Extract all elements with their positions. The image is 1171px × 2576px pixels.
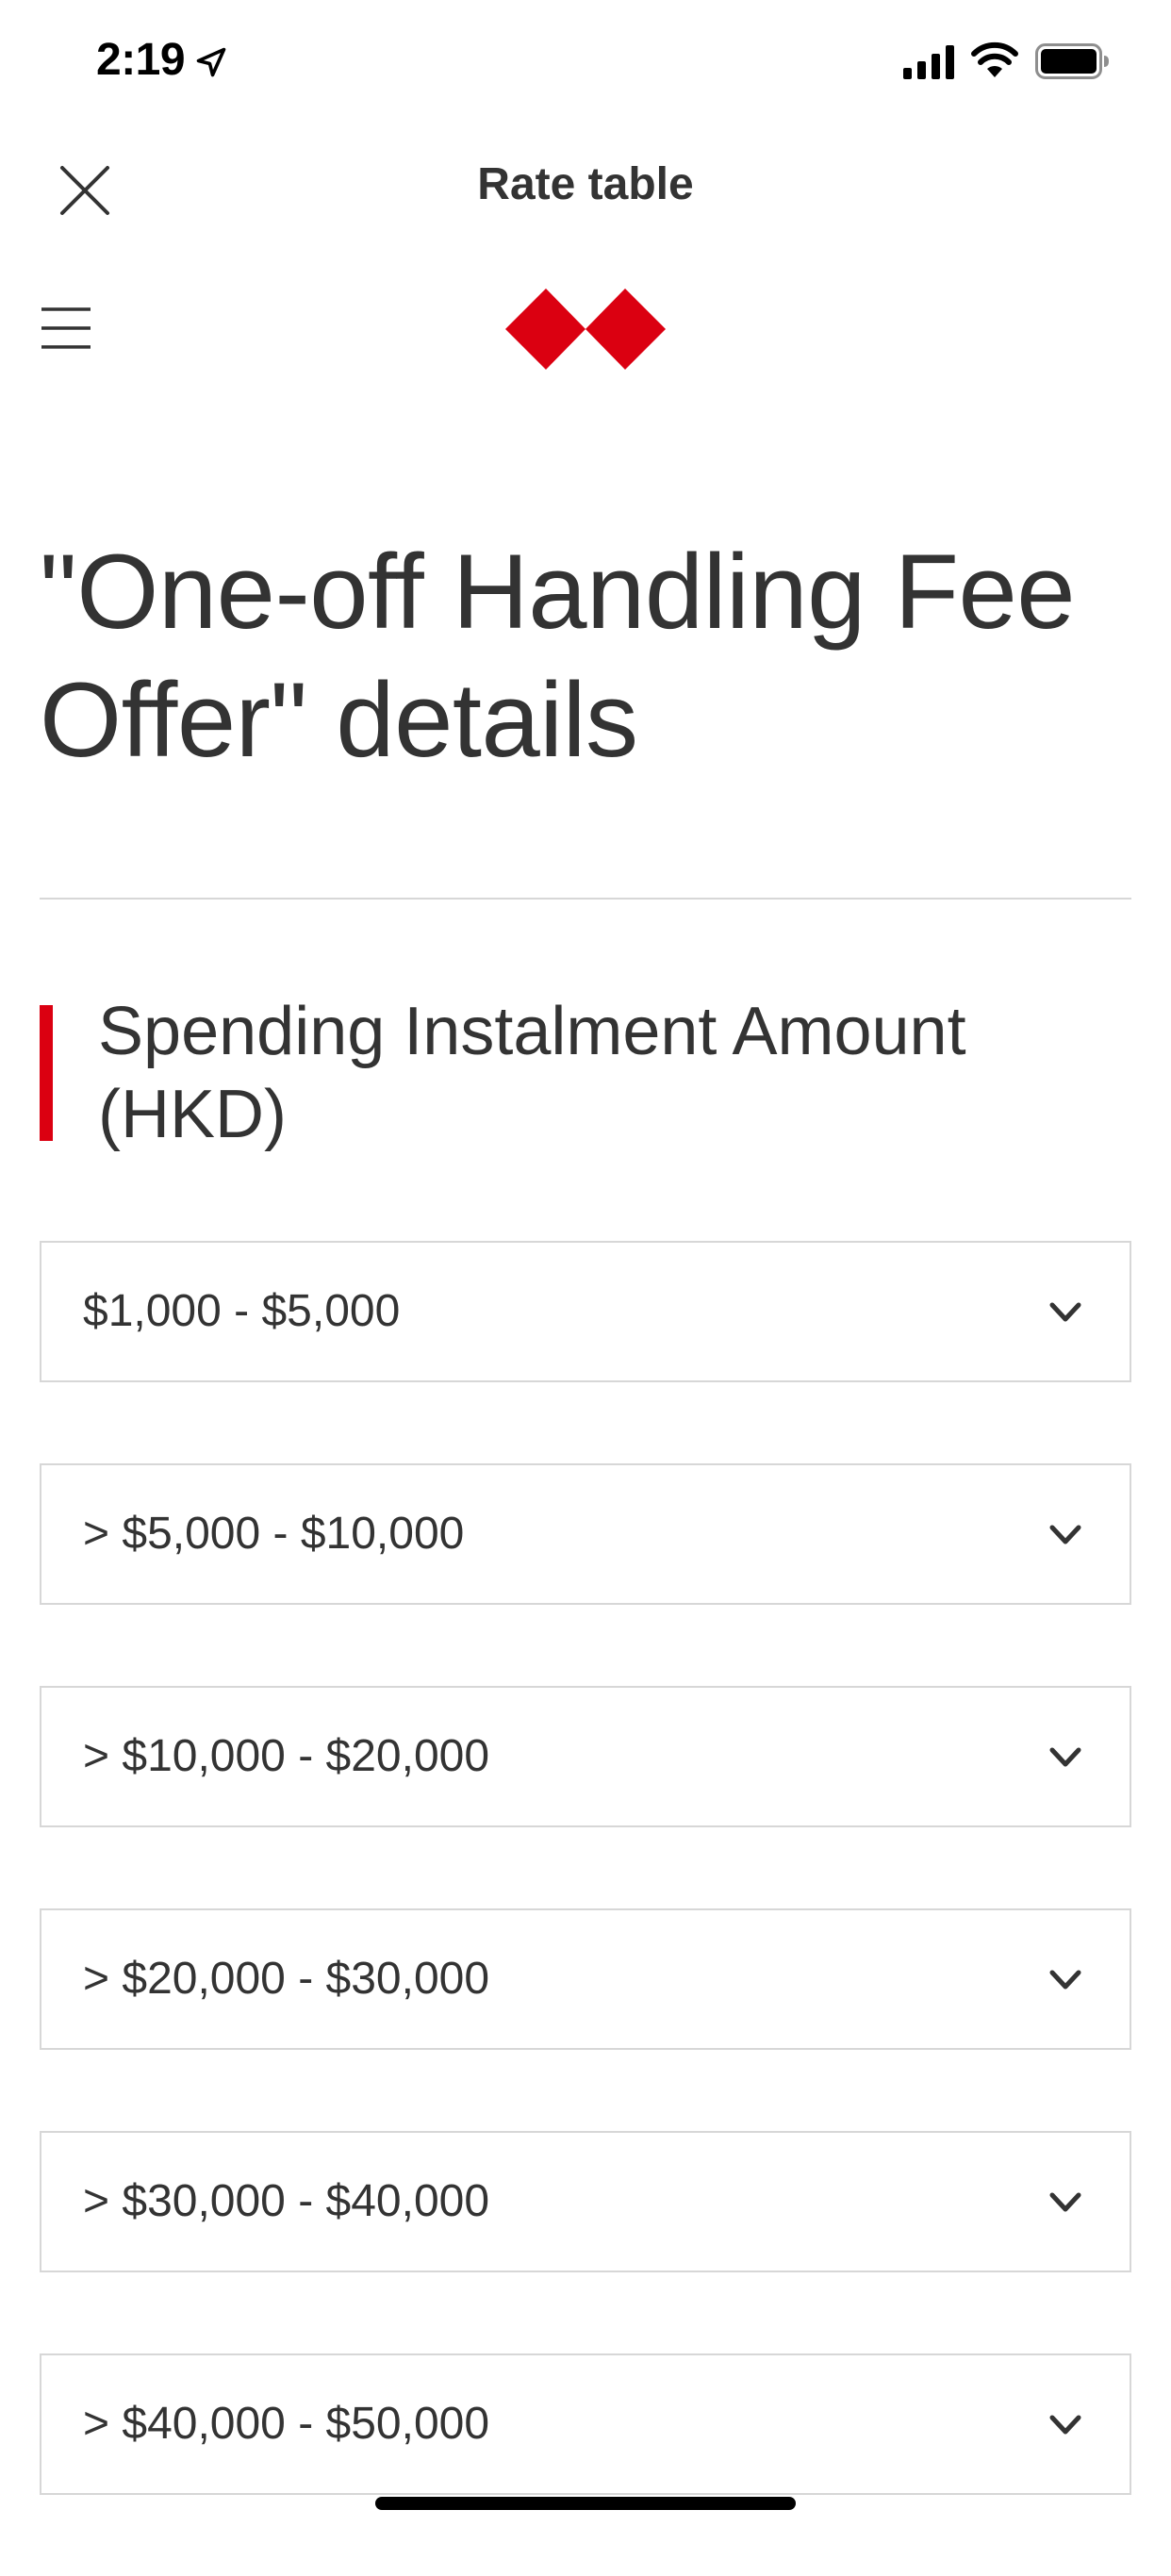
accordion-label: > $5,000 - $10,000: [83, 1509, 465, 1559]
status-time: 2:19: [96, 35, 186, 85]
hsbc-hexagon-logo[interactable]: [505, 289, 666, 370]
section-title: Spending Instalment Amount (HKD): [98, 994, 966, 1152]
location-arrow-icon: [196, 47, 226, 77]
accordion-item[interactable]: > $40,000 - $50,000: [40, 2353, 1131, 2495]
chevron-down-icon: [1049, 2192, 1081, 2212]
chevron-down-icon: [1049, 1747, 1081, 1767]
accordion-item[interactable]: > $5,000 - $10,000: [40, 1463, 1131, 1605]
accordion-label: $1,000 - $5,000: [83, 1286, 401, 1336]
accordion-item[interactable]: $1,000 - $5,000: [40, 1241, 1131, 1382]
accordion-item[interactable]: > $20,000 - $30,000: [40, 1908, 1131, 2050]
chevron-down-icon: [1049, 1302, 1081, 1322]
accordion-label: > $40,000 - $50,000: [83, 2399, 490, 2449]
wifi-icon: [971, 41, 1018, 77]
status-bar: 2:19: [0, 0, 1171, 124]
accordion-list: $1,000 - $5,000 > $5,000 - $10,000 > $10…: [40, 1241, 1131, 2576]
chevron-down-icon: [1049, 1970, 1081, 1990]
accordion-item[interactable]: > $30,000 - $40,000: [40, 2131, 1131, 2272]
divider: [40, 898, 1131, 900]
battery-icon: [1035, 43, 1109, 79]
nav-bar: Rate table: [0, 141, 1171, 236]
chevron-down-icon: [1049, 2415, 1081, 2435]
accordion-label: > $10,000 - $20,000: [83, 1731, 490, 1781]
chevron-down-icon: [1049, 1525, 1081, 1544]
accordion-label: > $20,000 - $30,000: [83, 1954, 490, 2004]
home-indicator: [375, 2497, 796, 2510]
section-accent-bar: [40, 1005, 53, 1141]
nav-title: Rate table: [477, 159, 694, 209]
accordion-item[interactable]: > $10,000 - $20,000: [40, 1686, 1131, 1827]
accordion-label: > $30,000 - $40,000: [83, 2176, 490, 2226]
cellular-signal-icon: [903, 45, 954, 79]
hamburger-menu-icon[interactable]: [38, 300, 94, 356]
page-title: "One-off Handling Fee Offer" details: [40, 533, 1076, 779]
